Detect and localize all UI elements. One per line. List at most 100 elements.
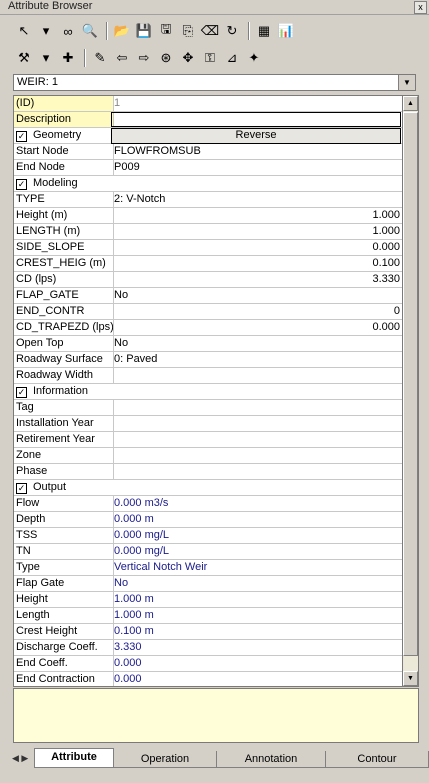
- attribute-row[interactable]: Roadway Surface 0: Paved: [14, 352, 402, 368]
- attribute-value[interactable]: 0.000: [114, 240, 400, 255]
- pencil-edit-icon[interactable]: ✎: [90, 48, 110, 68]
- section-header[interactable]: ✓ Information: [14, 384, 402, 400]
- attribute-row[interactable]: Zone: [14, 448, 402, 464]
- bar-chart-icon[interactable]: 📊: [276, 21, 296, 41]
- attribute-row[interactable]: TSS 0.000 mg/L: [14, 528, 402, 544]
- add-node-icon[interactable]: ✚: [58, 48, 78, 68]
- attribute-row[interactable]: Start Node FLOWFROMSUB: [14, 144, 402, 160]
- description-field[interactable]: [111, 112, 401, 127]
- attribute-row[interactable]: Depth 0.000 m: [14, 512, 402, 528]
- attribute-row[interactable]: Type Vertical Notch Weir: [14, 560, 402, 576]
- attribute-row[interactable]: Retirement Year: [14, 432, 402, 448]
- attribute-row[interactable]: TN 0.000 mg/L: [14, 544, 402, 560]
- attribute-value[interactable]: [114, 464, 400, 479]
- section-checkbox[interactable]: ✓: [16, 131, 27, 142]
- attribute-row[interactable]: Installation Year: [14, 416, 402, 432]
- attribute-value[interactable]: [114, 416, 400, 431]
- key-icon[interactable]: ⚿: [200, 48, 220, 68]
- split-arrows-icon[interactable]: ✥: [178, 48, 198, 68]
- attribute-row[interactable]: End Contraction 0.000: [14, 672, 402, 686]
- attribute-value[interactable]: P009: [114, 160, 400, 175]
- attribute-row[interactable]: Flap Gate No: [14, 576, 402, 592]
- chevron-down-icon[interactable]: ▼: [398, 75, 415, 90]
- attribute-row[interactable]: Flow 0.000 m3/s: [14, 496, 402, 512]
- attribute-row[interactable]: Crest Height 0.100 m: [14, 624, 402, 640]
- paint-icon[interactable]: ✦: [244, 48, 264, 68]
- attribute-row[interactable]: Height 1.000 m: [14, 592, 402, 608]
- eraser-icon[interactable]: ⌫: [200, 21, 220, 41]
- attribute-row[interactable]: Roadway Width: [14, 368, 402, 384]
- reverse-button[interactable]: Reverse: [111, 128, 401, 144]
- dropdown-caret-icon[interactable]: ▾: [36, 48, 56, 68]
- attribute-value[interactable]: [114, 448, 400, 463]
- attribute-value[interactable]: 3.330: [114, 272, 400, 287]
- zoom-icon[interactable]: 🔍: [80, 21, 100, 41]
- section-header[interactable]: ✓ Geometry Reverse: [14, 128, 402, 144]
- attribute-row[interactable]: CD_TRAPEZD (lps) 0.000: [14, 320, 402, 336]
- toolbar-separator: [248, 22, 250, 40]
- attribute-value[interactable]: 1.000: [114, 208, 400, 223]
- attribute-row[interactable]: End Node P009: [14, 160, 402, 176]
- save-as-icon[interactable]: 🖫: [156, 21, 176, 41]
- save-icon[interactable]: 💾: [134, 21, 154, 41]
- chart-axis-icon[interactable]: ⊿: [222, 48, 242, 68]
- attribute-row[interactable]: Open Top No: [14, 336, 402, 352]
- attribute-row[interactable]: (ID) 1: [14, 96, 402, 112]
- attribute-row[interactable]: Tag: [14, 400, 402, 416]
- section-header[interactable]: ✓ Output: [14, 480, 402, 496]
- tab-operation[interactable]: Operation: [113, 751, 217, 768]
- section-header[interactable]: ✓ Modeling: [14, 176, 402, 192]
- attribute-value[interactable]: 0.000: [114, 320, 400, 335]
- attribute-row[interactable]: Description: [14, 112, 402, 128]
- attribute-row[interactable]: FLAP_GATE No: [14, 288, 402, 304]
- attribute-value[interactable]: [114, 368, 400, 383]
- attribute-row[interactable]: CREST_HEIG (m) 0.100: [14, 256, 402, 272]
- scroll-up-icon[interactable]: ▲: [403, 96, 418, 111]
- scroll-thumb[interactable]: [403, 112, 418, 656]
- scroll-down-icon[interactable]: ▼: [403, 671, 418, 686]
- attribute-row[interactable]: Phase: [14, 464, 402, 480]
- hammer-icon[interactable]: ⚒: [14, 48, 34, 68]
- attribute-value[interactable]: [114, 400, 400, 415]
- vertical-scrollbar[interactable]: ▲ ▼: [403, 95, 419, 687]
- open-folder-icon[interactable]: 📂: [112, 21, 132, 41]
- copy-icon[interactable]: ⎘: [178, 21, 198, 41]
- tab-scroll-arrows[interactable]: ◀ ▶: [12, 753, 28, 764]
- tab-attribute[interactable]: Attribute: [34, 748, 114, 768]
- attribute-value[interactable]: 0.100: [114, 256, 400, 271]
- object-selector[interactable]: WEIR: 1 ▼: [13, 74, 416, 91]
- section-checkbox[interactable]: ✓: [16, 483, 27, 494]
- arrow-right-icon[interactable]: ⇨: [134, 48, 154, 68]
- attribute-row[interactable]: SIDE_SLOPE 0.000: [14, 240, 402, 256]
- attribute-row[interactable]: Discharge Coeff. 3.330: [14, 640, 402, 656]
- attribute-value[interactable]: [114, 432, 400, 447]
- attribute-row[interactable]: Length 1.000 m: [14, 608, 402, 624]
- attribute-value[interactable]: 0: [114, 304, 400, 319]
- attribute-value[interactable]: 0: Paved: [114, 352, 400, 367]
- attribute-row[interactable]: LENGTH (m) 1.000: [14, 224, 402, 240]
- refresh-icon[interactable]: ↻: [222, 21, 242, 41]
- section-checkbox[interactable]: ✓: [16, 179, 27, 190]
- attribute-value[interactable]: 2: V-Notch: [114, 192, 400, 207]
- attribute-row[interactable]: END_CONTR 0: [14, 304, 402, 320]
- attribute-value[interactable]: 1.000: [114, 224, 400, 239]
- attribute-row[interactable]: CD (lps) 3.330: [14, 272, 402, 288]
- description-panel[interactable]: [13, 688, 419, 743]
- dropdown-caret-icon[interactable]: ▾: [36, 21, 56, 41]
- attribute-row[interactable]: End Coeff. 0.000: [14, 656, 402, 672]
- attribute-value[interactable]: FLOWFROMSUB: [114, 144, 400, 159]
- close-button[interactable]: x: [414, 1, 427, 14]
- attribute-row[interactable]: TYPE 2: V-Notch: [14, 192, 402, 208]
- select-arrow-icon[interactable]: ↖: [14, 21, 34, 41]
- attribute-value[interactable]: No: [114, 336, 400, 351]
- attribute-row[interactable]: Height (m) 1.000: [14, 208, 402, 224]
- arrow-left-icon[interactable]: ⇦: [112, 48, 132, 68]
- tab-annotation[interactable]: Annotation: [216, 751, 326, 768]
- table-icon[interactable]: ▦: [254, 21, 274, 41]
- attribute-value[interactable]: No: [114, 288, 400, 303]
- find-link-icon[interactable]: ∞: [58, 21, 78, 41]
- globe-refresh-icon[interactable]: ⊛: [156, 48, 176, 68]
- attribute-label: END_CONTR: [14, 304, 114, 319]
- tab-contour[interactable]: Contour: [325, 751, 429, 768]
- section-checkbox[interactable]: ✓: [16, 387, 27, 398]
